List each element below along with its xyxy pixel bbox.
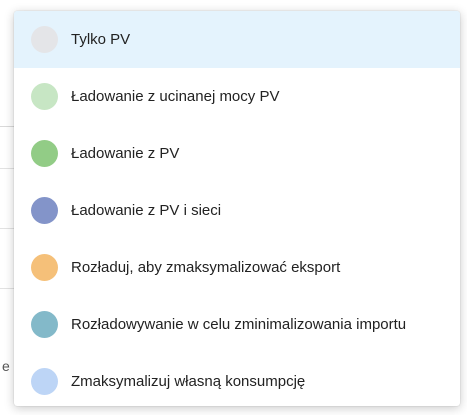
option-label: Ładowanie z PV i sieci xyxy=(71,202,222,219)
background-divider xyxy=(0,168,14,169)
option-rozladuj-maksymalizuj-eksport[interactable]: Rozładuj, aby zmaksymalizować eksport xyxy=(14,239,460,296)
background-divider xyxy=(0,228,14,229)
color-dot-icon xyxy=(31,83,58,110)
mode-dropdown-menu: Tylko PV Ładowanie z ucinanej mocy PV Ła… xyxy=(14,11,460,406)
background-divider xyxy=(0,126,14,127)
option-label: Ładowanie z ucinanej mocy PV xyxy=(71,88,280,105)
color-dot-icon xyxy=(31,26,58,53)
option-ladowanie-z-pv-i-sieci[interactable]: Ładowanie z PV i sieci xyxy=(14,182,460,239)
color-dot-icon xyxy=(31,197,58,224)
option-label: Ładowanie z PV xyxy=(71,145,180,162)
option-ladowanie-z-ucinanej-mocy-pv[interactable]: Ładowanie z ucinanej mocy PV xyxy=(14,68,460,125)
color-dot-icon xyxy=(31,368,58,395)
color-dot-icon xyxy=(31,311,58,338)
option-label: Zmaksymalizuj własną konsumpcję xyxy=(71,373,306,390)
option-label: Tylko PV xyxy=(71,31,131,48)
option-tylko-pv[interactable]: Tylko PV xyxy=(14,11,460,68)
color-dot-icon xyxy=(31,140,58,167)
color-dot-icon xyxy=(31,254,58,281)
option-zmaksymalizuj-wlasna-konsumpcje[interactable]: Zmaksymalizuj własną konsumpcję xyxy=(14,353,460,406)
option-label: Rozładowywanie w celu zminimalizowania i… xyxy=(71,316,407,333)
option-rozladowywanie-minimalizuj-import[interactable]: Rozładowywanie w celu zminimalizowania i… xyxy=(14,296,460,353)
option-label: Rozładuj, aby zmaksymalizować eksport xyxy=(71,259,341,276)
option-ladowanie-z-pv[interactable]: Ładowanie z PV xyxy=(14,125,460,182)
background-divider xyxy=(0,288,14,289)
background-partial-text: e xyxy=(2,358,10,374)
